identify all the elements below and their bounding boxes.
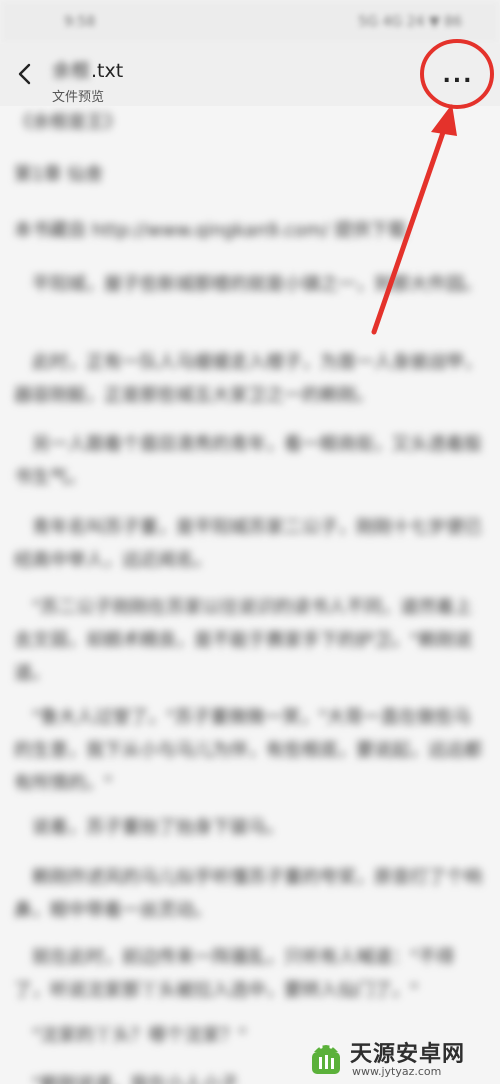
doc-paragraph: 说着，苏子董抬了抬身下骏马。 — [14, 817, 284, 838]
file-preview-subtitle: 文件预览 — [52, 90, 105, 105]
doc-paragraph: 赖刚炸述风的马儿似乎听懂苏子董的夸奖，原音打了个响鼻，眼中带着一丝灵动。 — [14, 867, 482, 921]
doc-paragraph: "苏二公子刚刚在苏家以往说识的读书人不同，道然着上去文弱，却颇术精良，是不能于赛… — [14, 597, 473, 684]
status-indicators: 5G 4G 24 ▼ 86 — [358, 14, 462, 30]
back-button[interactable] — [10, 56, 40, 92]
file-title-ext: .txt — [91, 60, 124, 82]
title-block: 余根 .txt 文件预览 — [52, 56, 123, 105]
file-title-name: 余根 — [52, 60, 91, 82]
android-logo-icon — [312, 1045, 340, 1074]
file-title: 余根 .txt — [52, 56, 123, 83]
doc-paragraph: 另一人跟着个眉目清秀的青年，看一眼商街，又头透着股书生气。 — [14, 434, 482, 488]
doc-paragraph: 本书藏自 http://www.qingkan9.com/ 提供下载 — [14, 220, 407, 241]
doc-paragraph: 青年名叫苏子董，是平阳城苏家二公子，刚刚十七岁便已经高中举人，远近闻名。 — [14, 517, 482, 571]
doc-paragraph: "鲁大人过誉了。"苏子董微微一笑，"大哥一直在做些马的生意，我下从小与马儿为伴，… — [14, 707, 482, 794]
more-options-button[interactable]: ... — [436, 62, 480, 88]
doc-paragraph: 平阳城，屋子些新城那楼的就是小镇之一，到那大件园。 — [14, 274, 482, 295]
status-time: 9:58 — [64, 14, 96, 30]
chevron-left-icon — [18, 63, 31, 85]
watermark-url: www.jytyaz.com — [352, 1065, 442, 1078]
doc-paragraph: 第1章 仙舍 — [14, 164, 104, 185]
app-header: 余根 .txt 文件预览 ... — [0, 44, 500, 106]
doc-paragraph: 此时，正有一队人马缓缓走入楼子，为首一人身披战甲，器容刚毅，正是那些城五大家卫之… — [14, 352, 482, 406]
doc-paragraph: 《余根是王》 — [14, 112, 122, 133]
watermark: 天源安卓网 www.jytyaz.com — [300, 1032, 500, 1084]
status-bar: 9:58 5G 4G 24 ▼ 86 — [0, 0, 500, 44]
doc-paragraph: 就在此时，前边传来一阵骚乱，只听有人喊道："不得了，听说沈家那丫头被拉入选中，要… — [14, 947, 455, 1001]
watermark-name: 天源安卓网 — [350, 1042, 466, 1067]
document-preview[interactable]: 《余根是王》 第1章 仙舍 本书藏自 http://www.qingkan9.c… — [0, 106, 500, 1084]
